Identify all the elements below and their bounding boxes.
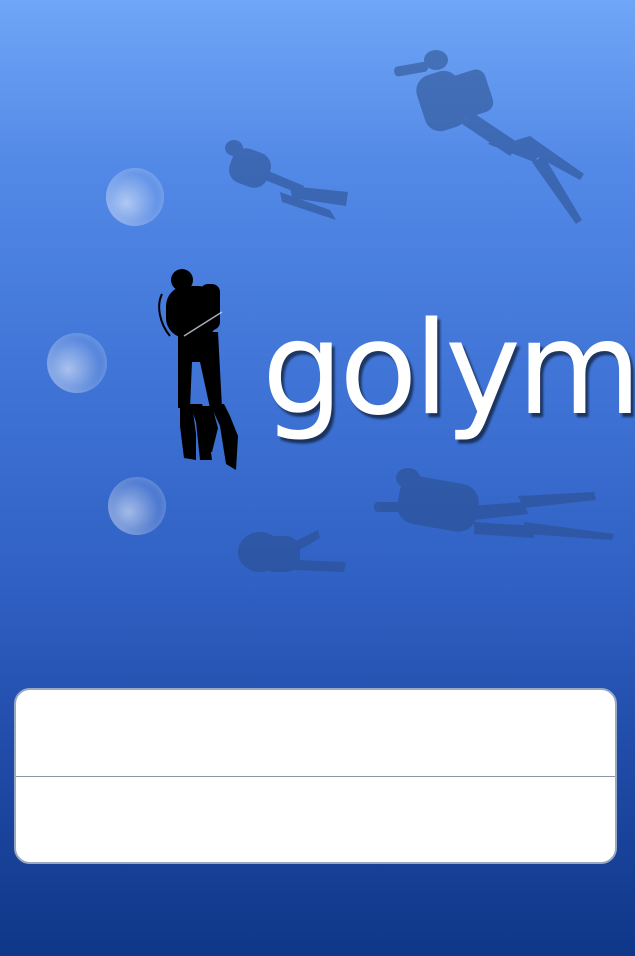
bubble-decoration xyxy=(108,477,166,535)
second-input-field[interactable] xyxy=(16,777,615,862)
splash-screen: golym xyxy=(0,0,635,956)
diver-silhouette-icon xyxy=(374,468,614,540)
app-logo: golym xyxy=(262,300,635,440)
diver-silhouette-icon xyxy=(225,140,348,220)
diver-silhouette-icon xyxy=(238,530,346,572)
bubble-decoration xyxy=(47,333,107,393)
app-logo-text: golym xyxy=(262,295,635,444)
first-input-field[interactable] xyxy=(16,690,615,776)
diver-logo-icon xyxy=(158,269,238,470)
bubble-decoration xyxy=(106,168,164,226)
login-form xyxy=(14,688,617,864)
diver-silhouette-icon xyxy=(394,50,584,224)
